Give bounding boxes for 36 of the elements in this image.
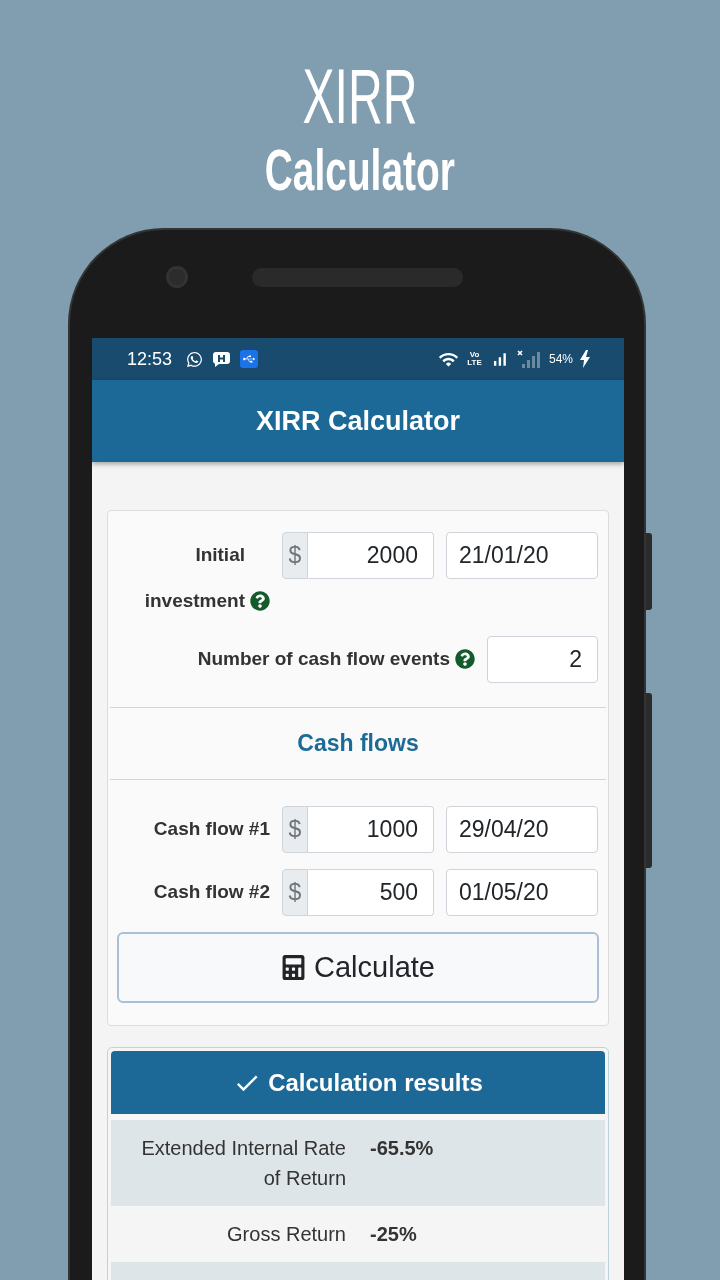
help-icon[interactable]: [455, 649, 475, 669]
currency-addon: $: [282, 532, 308, 579]
result-value: -65.5%: [369, 1136, 435, 1161]
field-label: Number of cash flow events: [197, 647, 450, 671]
field-label: Initial investment: [143, 543, 245, 613]
date-input[interactable]: 01/05/20: [446, 869, 598, 916]
section-title: Cash flows: [296, 729, 420, 758]
usb-icon: [240, 350, 259, 368]
field-label: Cash flow #1: [153, 817, 270, 841]
field-label: Cash flow #2: [153, 880, 270, 904]
calculator-icon: [281, 955, 307, 980]
promo-subtitle: Calculator: [264, 141, 455, 199]
whatsapp-icon: [186, 350, 204, 368]
count-input[interactable]: 2: [487, 636, 598, 683]
help-icon[interactable]: [250, 591, 270, 611]
result-label: Gross Return: [226, 1222, 346, 1247]
result-label: Extended Internal Rate of Return: [140, 1136, 346, 1191]
network-type-label: Vo LTE: [466, 351, 483, 367]
amount-input[interactable]: 2000: [308, 532, 434, 579]
no-signal-icon: [515, 350, 540, 368]
amount-input[interactable]: 500: [308, 869, 434, 916]
charging-icon: [580, 350, 590, 368]
date-input[interactable]: 29/04/20: [446, 806, 598, 853]
status-time: 12:53: [127, 348, 173, 370]
promo-title: XIRR: [302, 58, 418, 135]
battery-percent: 54%: [548, 352, 573, 366]
results-title: Calculation results: [268, 1068, 483, 1097]
currency-addon: $: [282, 869, 308, 916]
calculate-button[interactable]: Calculate: [117, 932, 599, 1003]
date-input[interactable]: 21/01/20: [446, 532, 598, 579]
app-title: XIRR Calculator: [255, 405, 460, 437]
amount-input[interactable]: 1000: [308, 806, 434, 853]
currency-addon: $: [282, 806, 308, 853]
camera-icon: [166, 266, 188, 288]
result-value: -25%: [369, 1222, 418, 1247]
message-icon: [213, 351, 231, 367]
